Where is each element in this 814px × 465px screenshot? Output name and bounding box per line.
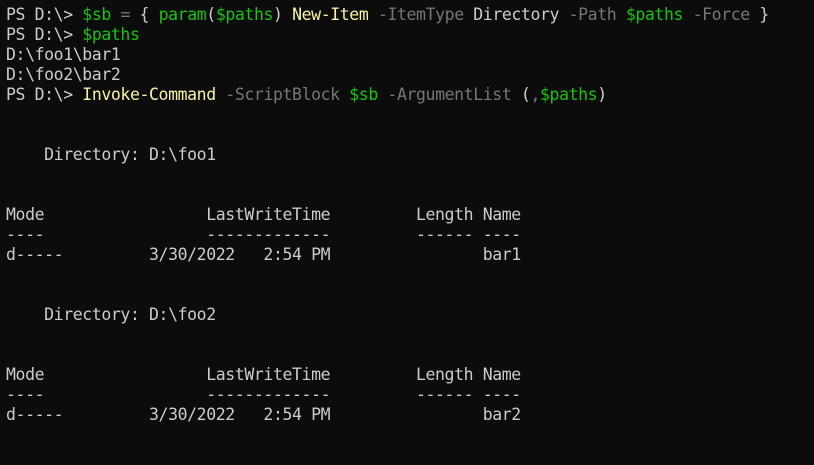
terminal-line: Mode LastWriteTime Length Name — [6, 205, 814, 225]
terminal-line: Directory: D:\foo1 — [6, 145, 814, 165]
token-plain: D:\foo2\bar2 — [6, 65, 121, 84]
terminal-line: ---- ------------- ------ ---- — [6, 385, 814, 405]
terminal-output[interactable]: PS D:\> $sb = { param($paths) New-Item -… — [0, 0, 814, 465]
token-param: -ItemType — [377, 5, 464, 24]
token-param: -Force — [692, 5, 751, 24]
terminal-line: D:\foo2\bar2 — [6, 65, 814, 85]
token-plain: ( — [511, 85, 531, 104]
token-cmd: New-Item — [292, 5, 369, 24]
token-plain: Directory: D:\foo1 — [6, 145, 216, 164]
token-plain: PS D:\> — [6, 25, 83, 44]
token-var: $sb — [349, 85, 378, 104]
token-plain: PS D:\> — [6, 5, 83, 24]
token-plain: { — [129, 5, 159, 24]
token-var: $paths — [82, 25, 140, 44]
terminal-line: PS D:\> $paths — [6, 25, 814, 45]
token-var: $paths — [215, 5, 274, 24]
token-plain: ) — [273, 5, 293, 24]
token-plain: } — [749, 5, 769, 24]
token-kw: param — [158, 5, 207, 24]
terminal-line: Mode LastWriteTime Length Name — [6, 365, 814, 385]
token-param: -ScriptBlock — [225, 85, 340, 104]
token-plain: ( — [206, 5, 216, 24]
token-plain: d----- 3/30/2022 2:54 PM bar1 — [6, 245, 521, 264]
token-plain: ) — [597, 85, 607, 104]
token-plain: d----- 3/30/2022 2:54 PM bar2 — [6, 405, 521, 424]
terminal-line: PS D:\> $sb = { param($paths) New-Item -… — [6, 5, 814, 25]
token-plain: PS D:\> — [6, 85, 83, 104]
token-plain: ---- ------------- ------ ---- — [6, 225, 521, 244]
token-plain: ---- ------------- ------ ---- — [6, 385, 521, 404]
token-plain: Mode LastWriteTime Length Name — [6, 205, 521, 224]
terminal-line: ---- ------------- ------ ---- — [6, 225, 814, 245]
token-param: -Path — [568, 5, 617, 24]
terminal-line: PS D:\> Invoke-Command -ScriptBlock $sb … — [6, 85, 814, 105]
token-var: $paths — [540, 85, 598, 104]
token-plain: Directory: D:\foo2 — [6, 305, 216, 324]
token-var: $sb — [82, 5, 111, 24]
terminal-line: d----- 3/30/2022 2:54 PM bar2 — [6, 405, 814, 425]
token-op: , — [530, 85, 540, 104]
terminal-line: d----- 3/30/2022 2:54 PM bar1 — [6, 245, 814, 265]
token-cmd: Invoke-Command — [82, 85, 216, 104]
token-var: $paths — [625, 5, 684, 24]
token-plain: Directory — [463, 5, 569, 24]
token-plain: D:\foo1\bar1 — [6, 45, 121, 64]
terminal-line: Directory: D:\foo2 — [6, 305, 814, 325]
token-op: = — [120, 5, 130, 24]
token-plain: Mode LastWriteTime Length Name — [6, 365, 521, 384]
terminal-line: D:\foo1\bar1 — [6, 45, 814, 65]
token-param: -ArgumentList — [387, 85, 512, 104]
